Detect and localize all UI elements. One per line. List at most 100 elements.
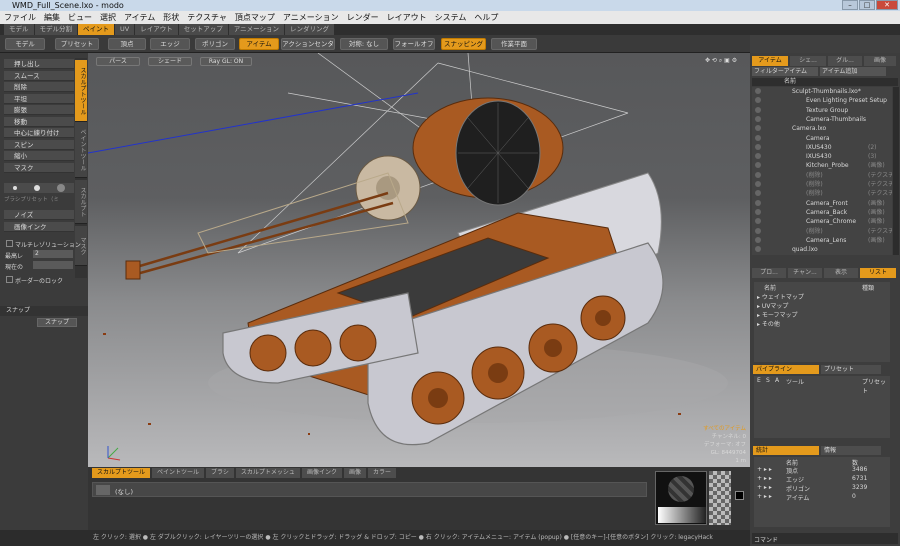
snap-button[interactable]: スナップ — [37, 318, 77, 327]
items-scrollbar[interactable] — [893, 87, 899, 255]
filter-items-dropdown[interactable]: フィルターアイテム — [752, 67, 818, 76]
item-row[interactable]: Camera_Chrome (画像) — [752, 217, 892, 226]
visibility-eye-icon[interactable] — [755, 218, 761, 225]
menu-item-1[interactable]: 編集 — [40, 11, 64, 24]
layout-tab-4[interactable]: レイアウト — [135, 24, 178, 35]
menu-item-3[interactable]: 選択 — [96, 11, 120, 24]
symmetry-dropdown[interactable]: 対称: なし — [340, 38, 388, 50]
maximize-button[interactable]: □ — [859, 0, 875, 10]
bottom-tab-6[interactable]: カラー — [367, 468, 396, 478]
image-ink-brush[interactable]: 画像インク — [4, 222, 74, 232]
left-tab-2[interactable]: スカルプト — [75, 180, 87, 224]
multires-checkbox[interactable] — [6, 240, 13, 247]
stats-row[interactable]: + ▸ ▸ アイテム 0 — [754, 493, 890, 502]
left-tab-1[interactable]: ペイントツール — [75, 122, 87, 178]
visibility-eye-icon[interactable] — [755, 208, 761, 215]
snapping-toggle[interactable]: スナッピング — [441, 38, 486, 50]
info-tab[interactable]: 情報 — [821, 446, 881, 455]
visibility-eye-icon[interactable] — [755, 143, 761, 150]
bottom-tab-3[interactable]: スカルプトメッシュ — [235, 468, 300, 478]
sculpt-tool-5[interactable]: 移動 — [4, 116, 74, 127]
items-tab-1[interactable]: シェ... — [790, 56, 826, 66]
layout-tab-3[interactable]: UV — [115, 24, 135, 35]
swatch-icon[interactable] — [96, 485, 110, 495]
visibility-eye-icon[interactable] — [755, 171, 761, 178]
item-row[interactable]: quad.lxo — [752, 245, 892, 254]
pipeline-tab[interactable]: パイプライン — [753, 365, 819, 374]
list-item[interactable]: ▸ UVマップ — [754, 301, 890, 310]
layout-tab-1[interactable]: モデル分割 — [34, 24, 77, 35]
visibility-eye-icon[interactable] — [755, 106, 761, 113]
visibility-eye-icon[interactable] — [755, 236, 761, 243]
visibility-eye-icon[interactable] — [755, 88, 761, 94]
item-row[interactable]: Sculpt-Thumbnails.lxo* — [752, 87, 892, 96]
layout-tab-0[interactable]: モデル — [4, 24, 34, 35]
polygon-mode-button[interactable]: ポリゴン — [195, 38, 235, 50]
bottom-field[interactable]: (なし) — [115, 486, 133, 496]
current-level-field[interactable] — [33, 261, 73, 269]
visibility-eye-icon[interactable] — [755, 199, 761, 206]
3d-viewport[interactable] — [88, 53, 750, 467]
list-tab-0[interactable]: プロ... — [752, 268, 786, 278]
sculpt-tool-7[interactable]: スピン — [4, 139, 74, 150]
menu-item-6[interactable]: テクスチャ — [183, 11, 231, 24]
item-row[interactable]: (削除) (テクスチャ) — [752, 227, 892, 236]
stats-row[interactable]: + ▸ ▸ 頂点 3486 — [754, 466, 890, 475]
item-row[interactable]: Camera-Thumbnails — [752, 115, 892, 124]
sculpt-tool-8[interactable]: 縮小 — [4, 151, 74, 161]
menu-item-0[interactable]: ファイル — [0, 11, 40, 24]
item-row[interactable]: (削除) (テクスチャ) — [752, 180, 892, 189]
brush-size-presets[interactable] — [4, 183, 74, 193]
items-tab-0[interactable]: アイテム — [752, 56, 788, 66]
stats-row[interactable]: + ▸ ▸ ポリゴン 3239 — [754, 484, 890, 493]
shade-dropdown[interactable]: シェード — [148, 57, 192, 66]
layout-tab-2[interactable]: ペイント — [78, 24, 114, 35]
model-button[interactable]: モデル — [5, 38, 45, 50]
action-center-dropdown[interactable]: アクションセンター — [281, 38, 335, 58]
sculpt-tool-9[interactable]: マスク — [4, 162, 74, 173]
add-item-dropdown[interactable]: アイテム追加 — [820, 67, 886, 76]
list-tab-3[interactable]: リスト — [860, 268, 896, 278]
stats-tab[interactable]: 統計 — [753, 446, 819, 455]
item-row[interactable]: (削除) (テクスチャ) — [752, 171, 892, 180]
noise-brush[interactable]: ノイズ — [4, 210, 74, 220]
item-row[interactable]: Kitchen_Probe (画像) — [752, 161, 892, 170]
item-row[interactable]: Camera.lxo — [752, 124, 892, 133]
visibility-eye-icon[interactable] — [755, 153, 761, 160]
bottom-tab-2[interactable]: ブラシ — [206, 468, 234, 478]
visibility-eye-icon[interactable] — [755, 227, 761, 234]
visibility-eye-icon[interactable] — [755, 181, 761, 187]
menu-item-7[interactable]: 頂点マップ — [231, 11, 279, 24]
layout-tab-5[interactable]: セットアップ — [178, 24, 228, 35]
items-tab-3[interactable]: 画像 — [864, 56, 896, 66]
sculpt-tool-6[interactable]: 中心に練り付け — [4, 128, 74, 138]
visibility-eye-icon[interactable] — [755, 190, 761, 197]
menu-item-9[interactable]: レンダー — [343, 11, 383, 24]
list-item[interactable]: ▸ ウェイトマップ — [754, 292, 890, 301]
list-tab-1[interactable]: チャン... — [788, 268, 822, 278]
texture-swatch[interactable] — [709, 471, 731, 525]
list-tab-2[interactable]: 表示 — [824, 268, 858, 278]
visibility-eye-icon[interactable] — [755, 162, 761, 169]
sculpt-tool-1[interactable]: スムース — [4, 70, 74, 81]
bottom-tab-1[interactable]: ペイントツール — [152, 468, 205, 478]
minimize-button[interactable]: – — [842, 0, 858, 10]
item-row[interactable]: Camera — [752, 134, 892, 143]
sculpt-tool-2[interactable]: 削除 — [4, 82, 74, 92]
edge-mode-button[interactable]: エッジ — [150, 38, 190, 50]
list-item[interactable]: ▸ モーフマップ — [754, 310, 890, 319]
color-swatch[interactable] — [735, 491, 744, 500]
preset-button[interactable]: プリセット — [55, 38, 99, 50]
item-row[interactable]: Camera_Back (画像) — [752, 208, 892, 217]
visibility-eye-icon[interactable] — [755, 125, 761, 132]
items-tab-2[interactable]: グル... — [828, 56, 862, 66]
raygl-toggle[interactable]: Ray GL: ON — [200, 57, 252, 66]
item-row[interactable]: Camera_Front (画像) — [752, 199, 892, 208]
item-mode-button[interactable]: アイテム — [239, 38, 279, 50]
item-row[interactable]: IXUS430 (2) — [752, 143, 892, 152]
visibility-eye-icon[interactable] — [755, 134, 761, 141]
work-plane-dropdown[interactable]: 作業平面 — [491, 38, 537, 50]
perspective-dropdown[interactable]: パース — [96, 57, 140, 66]
sculpt-tool-0[interactable]: 押し出し — [4, 59, 74, 69]
border-lock-checkbox[interactable] — [6, 276, 13, 283]
